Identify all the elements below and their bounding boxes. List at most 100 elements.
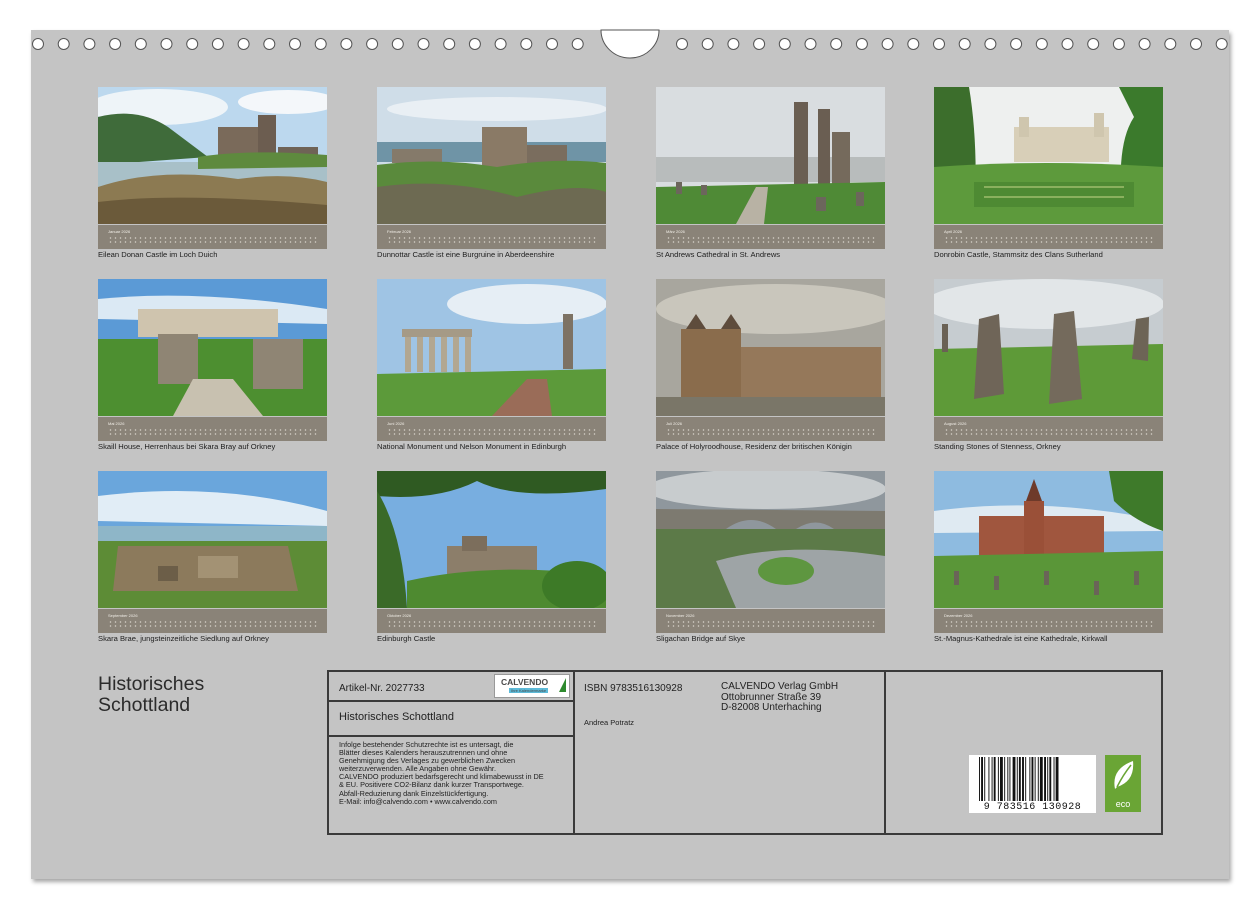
- binding-hole: [1087, 38, 1100, 50]
- photo-january: [98, 87, 327, 224]
- title-line-2: Schottland: [98, 694, 191, 716]
- binding-hole: [160, 38, 173, 50]
- binding-hole: [778, 38, 791, 50]
- barcode-bar: [1012, 757, 1016, 801]
- photo-caption: Palace of Holyroodhouse, Residenz der br…: [656, 442, 852, 451]
- photo-march: [656, 87, 885, 224]
- photo-july: [656, 279, 885, 416]
- calendar-strip-february: Februar 2026: [377, 225, 606, 249]
- binding-hole: [468, 38, 481, 50]
- binding-hole: [546, 38, 558, 50]
- binding-hole: [984, 38, 997, 50]
- month-label: September 2026: [108, 613, 138, 618]
- calendar-title-small: Historisches Schottland: [339, 711, 454, 723]
- photo-caption: Skara Brae, jungsteinzeitliche Siedlung …: [98, 634, 269, 643]
- barcode-digits: 9 783516 130928: [983, 802, 1082, 813]
- photo-caption: Skaill House, Herrenhaus bei Skara Bray …: [98, 442, 276, 451]
- barcode-bar: [1055, 757, 1059, 801]
- barcode-bar: [1029, 757, 1031, 801]
- barcode-bar: [1018, 757, 1021, 801]
- barcode-bar: [988, 757, 990, 801]
- binding-hole: [958, 38, 971, 50]
- photo-caption: National Monument und Nelson Monument in…: [377, 442, 567, 451]
- binding-hole: [753, 38, 766, 50]
- calendar-strip-march: März 2026: [656, 225, 885, 249]
- publisher-address: CALVENDO Verlag GmbH Ottobrunner Straße …: [721, 681, 838, 714]
- calendar-strip-june: Juni 2026: [377, 417, 606, 441]
- barcode-bar: [1009, 757, 1011, 801]
- eco-badge: eco: [1105, 755, 1141, 812]
- photo-caption: St Andrews Cathedral in St. Andrews: [656, 250, 781, 259]
- binding-hole: [1190, 38, 1202, 50]
- binding-hole: [571, 38, 584, 50]
- binding-hole: [186, 38, 199, 50]
- month-label: August 2026: [944, 421, 967, 426]
- barcode-bar: [1025, 757, 1027, 801]
- calendar-strip-september: September 2026: [98, 609, 327, 633]
- calendar-strip-april: April 2026: [934, 225, 1163, 249]
- hanger-notch: [600, 29, 660, 59]
- photo-caption: Sligachan Bridge auf Skye: [656, 634, 746, 643]
- calendar-title: Historisches Schottland: [98, 674, 318, 716]
- barcode-bar: [981, 757, 983, 801]
- article-number: Artikel-Nr. 2027733: [339, 683, 425, 694]
- disclaimer-text: Infolge bestehender Schutzrechte ist es …: [339, 740, 571, 806]
- photo-caption: Standing Stones of Stenness, Orkney: [934, 442, 1061, 451]
- binding-hole: [1035, 38, 1048, 50]
- title-line-1: Historisches: [98, 673, 205, 695]
- binding-hole: [830, 38, 843, 50]
- binding-hole: [701, 38, 714, 50]
- calvendo-logo: CALVENDO Ihre Kalendermarke: [494, 674, 570, 698]
- binding-hole: [83, 38, 96, 50]
- barcode-bar: [1007, 757, 1009, 801]
- isbn: ISBN 9783516130928: [584, 683, 683, 694]
- photo-february: [377, 87, 606, 224]
- barcode-bar: [1031, 757, 1034, 801]
- binding-hole: [1215, 38, 1228, 50]
- photo-caption: Edinburgh Castle: [377, 634, 436, 643]
- binding-hole: [804, 38, 817, 50]
- binding-hole: [211, 38, 224, 50]
- binding-hole: [109, 38, 122, 50]
- barcode-bar: [1039, 757, 1043, 801]
- binding-hole: [520, 38, 533, 50]
- binding-hole: [881, 38, 894, 50]
- photo-caption: Eilean Donan Castle im Loch Duich: [98, 250, 218, 259]
- month-label: Dezember 2026: [944, 613, 973, 618]
- binding-hole: [57, 38, 70, 50]
- calendar-strip-january: Januar 2026: [98, 225, 327, 249]
- month-label: Februar 2026: [387, 229, 412, 234]
- month-label: Januar 2026: [108, 229, 131, 234]
- divider: [329, 700, 573, 702]
- barcode-bar: [984, 757, 986, 801]
- barcode: 9 783516 130928: [969, 755, 1096, 813]
- barcode-bar: [1016, 757, 1018, 801]
- binding-hole: [494, 38, 507, 50]
- photo-september: [98, 471, 327, 608]
- barcode-bar: [1047, 757, 1049, 801]
- month-label: November 2026: [666, 613, 695, 618]
- binding-hole: [1112, 38, 1125, 50]
- binding-hole: [907, 38, 920, 50]
- binding-hole: [391, 38, 404, 50]
- binding-hole: [1010, 38, 1023, 50]
- eco-label: eco: [1115, 799, 1131, 809]
- photo-october: [377, 471, 606, 608]
- calendar-strip-may: Mai 2026: [98, 417, 327, 441]
- binding-hole: [727, 38, 740, 50]
- binding-hole: [443, 38, 456, 50]
- disclaimer-line: E-Mail: info@calvendo.com • www.calvendo…: [339, 796, 497, 806]
- month-label: Juli 2026: [666, 421, 683, 426]
- binding-hole: [340, 38, 353, 50]
- barcode-bar: [1044, 757, 1046, 801]
- photo-december: [934, 471, 1163, 608]
- photo-november: [656, 471, 885, 608]
- photo-april: [934, 87, 1163, 224]
- barcode-bar: [1034, 757, 1036, 801]
- binding-hole: [417, 38, 430, 50]
- divider: [329, 735, 573, 737]
- binding-hole: [1061, 38, 1074, 50]
- author: Andrea Potratz: [584, 718, 635, 727]
- barcode-bar: [991, 757, 993, 801]
- binding-hole: [855, 38, 868, 50]
